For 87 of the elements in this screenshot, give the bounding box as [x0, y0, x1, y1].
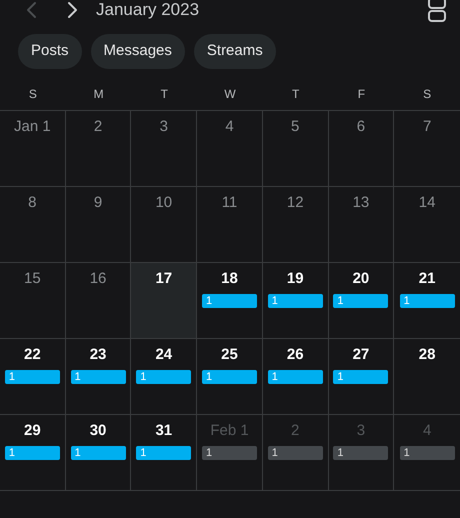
day-number: 21	[418, 269, 436, 289]
chevron-right-icon	[65, 0, 79, 20]
day-cell[interactable]: 27 1	[328, 339, 394, 414]
day-number: 16	[90, 269, 106, 289]
weekday-label: T	[292, 86, 300, 103]
day-cell[interactable]: 25 1	[197, 339, 263, 414]
day-cell[interactable]: 28	[394, 339, 460, 414]
weekday-label: S	[423, 86, 432, 103]
day-cell[interactable]: 5	[262, 111, 329, 186]
day-number: 26	[286, 345, 304, 365]
day-number: 30	[90, 421, 106, 441]
day-cell[interactable]: 4	[197, 111, 263, 186]
day-cell[interactable]: 2	[66, 111, 132, 186]
day-number: 2	[94, 117, 102, 137]
day-cell[interactable]: 2 1	[262, 415, 329, 490]
day-number: Feb 1	[210, 421, 249, 441]
day-cell[interactable]: 19 1	[262, 263, 329, 338]
day-cell[interactable]: 8	[0, 187, 66, 262]
day-cell[interactable]: 30 1	[66, 415, 132, 490]
day-number: 2	[291, 421, 300, 441]
filter-chip[interactable]: Posts	[18, 34, 82, 69]
day-cell[interactable]: 10	[131, 187, 198, 262]
weekday-label: M	[94, 86, 104, 103]
day-number: 8	[28, 193, 37, 213]
day-number: 25	[221, 345, 238, 365]
day-cell[interactable]: 9	[66, 187, 132, 262]
day-number: 27	[352, 345, 370, 365]
day-cell[interactable]: 20 1	[328, 263, 394, 338]
day-number: Jan 1	[14, 117, 51, 137]
day-cell[interactable]: 24 1	[131, 339, 198, 414]
day-number: 3	[356, 421, 366, 441]
day-number: 10	[155, 193, 172, 213]
day-number: 20	[352, 269, 370, 289]
event-count-badge[interactable]: 1	[333, 446, 388, 460]
weekday-label: W	[224, 86, 236, 103]
day-cell[interactable]: 15	[0, 263, 66, 338]
day-number: 3	[160, 117, 168, 137]
month-title: January 2023	[96, 0, 200, 20]
stacked-rectangles-icon	[427, 0, 447, 23]
day-cell[interactable]: 14	[394, 187, 460, 262]
weekday-label: T	[160, 86, 168, 103]
day-cell[interactable]: 13	[328, 187, 394, 262]
day-cell[interactable]: 18 1	[197, 263, 263, 338]
day-number: 17	[155, 269, 172, 289]
day-cell[interactable]: 12	[262, 187, 329, 262]
day-cell[interactable]: 3 1	[328, 415, 394, 490]
day-cell[interactable]: Jan 1	[0, 111, 66, 186]
day-cell[interactable]: 3	[131, 111, 198, 186]
day-number: 24	[155, 345, 172, 365]
chevron-left-icon	[25, 0, 39, 20]
day-number: 28	[418, 345, 436, 365]
day-cell[interactable]: 31 1	[131, 415, 198, 490]
day-number: 14	[418, 193, 436, 213]
day-number: 13	[352, 193, 370, 213]
day-cell[interactable]: 22 1	[0, 339, 66, 414]
day-cell[interactable]: 21 1	[394, 263, 460, 338]
day-cell[interactable]: 26 1	[262, 339, 329, 414]
day-number: 6	[356, 117, 366, 137]
day-number: 9	[94, 193, 102, 213]
day-number: 22	[24, 345, 41, 365]
event-count-badge[interactable]: 1	[202, 446, 257, 460]
day-cell[interactable]: 23 1	[66, 339, 132, 414]
day-number: 4	[225, 117, 234, 137]
day-cell[interactable]: 4 1	[394, 415, 460, 490]
day-number: 29	[24, 421, 41, 441]
filter-chip[interactable]: Streams	[194, 34, 276, 69]
day-number: 19	[286, 269, 304, 289]
event-count-badge[interactable]: 1	[400, 446, 455, 460]
day-number: 23	[90, 345, 106, 365]
filter-chip[interactable]: Messages	[90, 34, 185, 69]
day-number: 11	[222, 193, 238, 213]
weekday-label: F	[358, 86, 366, 103]
event-count-badge[interactable]: 1	[268, 446, 323, 460]
day-number: 18	[221, 269, 238, 289]
day-number: 7	[422, 117, 432, 137]
day-number: 12	[286, 193, 304, 213]
day-cell[interactable]: 6	[328, 111, 394, 186]
day-cell[interactable]: 17	[131, 263, 198, 338]
day-number: 4	[422, 421, 432, 441]
weekday-label: S	[28, 86, 37, 103]
day-cell[interactable]: Feb 1 1	[197, 415, 263, 490]
day-number: 5	[291, 117, 300, 137]
day-number: 31	[155, 421, 172, 441]
day-cell[interactable]: 29 1	[0, 415, 66, 490]
day-cell[interactable]: 7	[394, 111, 460, 186]
day-cell[interactable]: 11	[197, 187, 263, 262]
day-number: 15	[24, 269, 41, 289]
